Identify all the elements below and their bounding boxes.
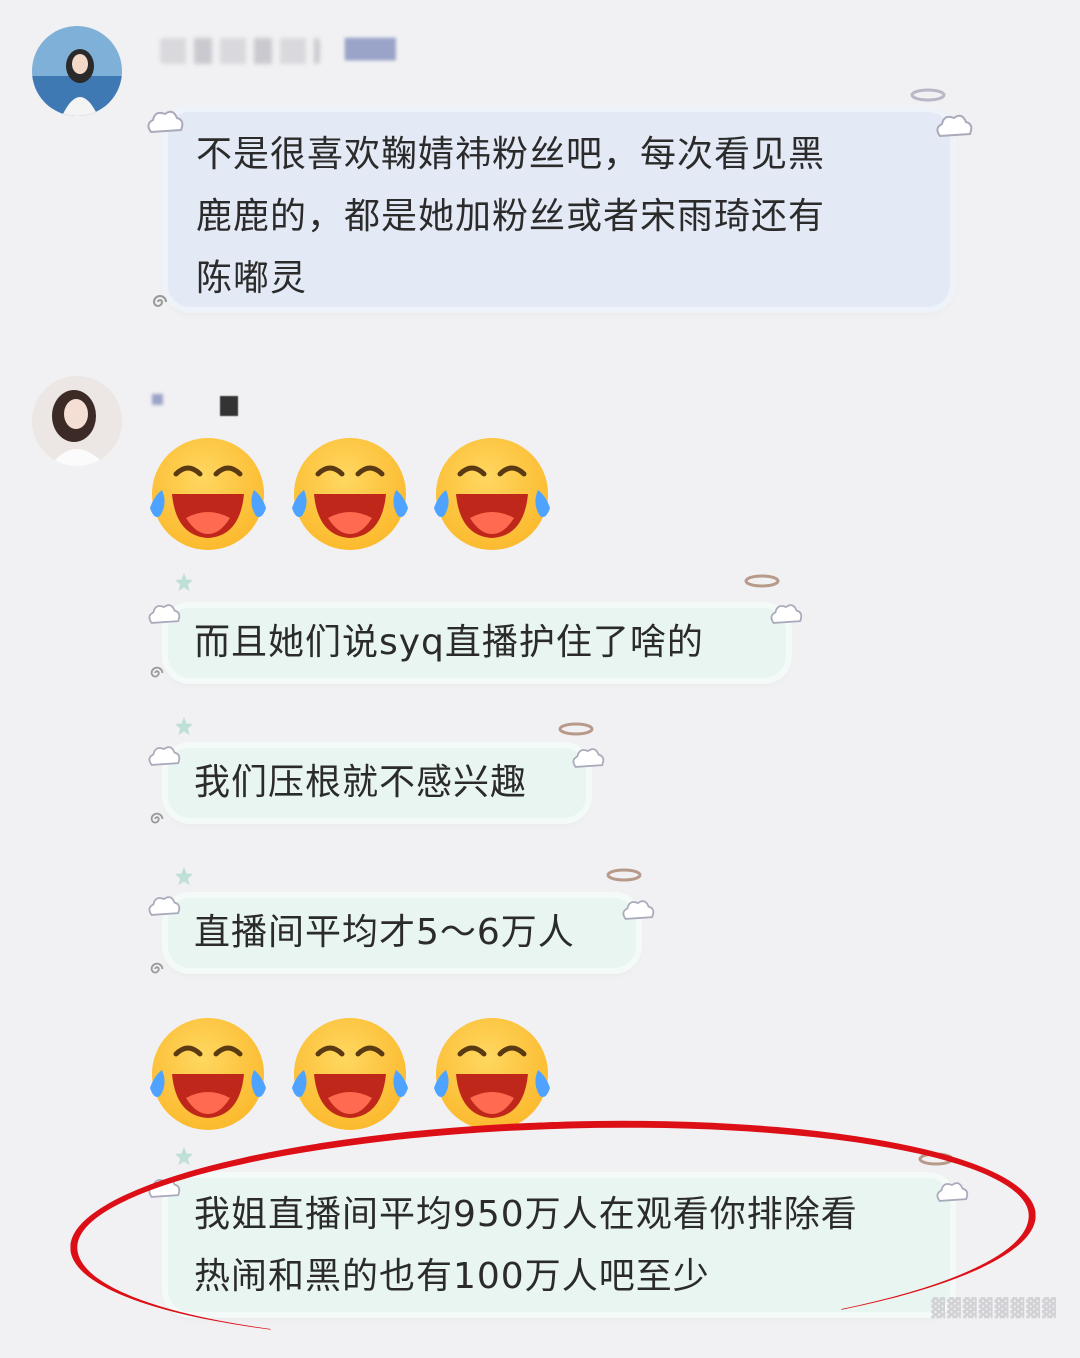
cloud-sticker-icon [147, 110, 184, 134]
message-text: 而且她们说syq直播护住了啥的 [194, 622, 704, 663]
message-text: 直播间平均才5～6万人 [194, 912, 575, 953]
message-bubble-2[interactable]: 而且她们说syq直播护住了啥的 [168, 608, 786, 678]
message-line: 鹿鹿的，都是她加粉丝或者宋雨琦还有 [196, 196, 826, 237]
watermark: ▓▓▓▓▓▓▓▓ [931, 1298, 1058, 1319]
swirl-icon [150, 666, 164, 678]
swirl-icon [150, 962, 164, 974]
laughing-crying-emoji-icon [430, 432, 554, 560]
cloud-sticker-icon [148, 604, 181, 624]
swirl-icon [152, 295, 167, 307]
laughing-crying-emoji-icon [430, 1012, 554, 1140]
star-icon [175, 573, 193, 591]
halo-ring-icon [918, 1152, 954, 1166]
cloud-sticker-icon [936, 1182, 969, 1202]
halo-ring-icon [606, 868, 642, 882]
cloud-sticker-icon [148, 1178, 181, 1198]
cloud-sticker-icon [936, 114, 973, 138]
message-bubble-4[interactable]: 直播间平均才5～6万人 [168, 898, 636, 968]
laughing-crying-emoji-icon [288, 1012, 412, 1140]
avatar-user-1[interactable] [32, 26, 122, 116]
sender-name-blurred: ▪ [150, 386, 165, 411]
avatar-user-2[interactable] [32, 376, 122, 466]
cloud-sticker-icon [770, 604, 803, 624]
cloud-sticker-icon [148, 746, 181, 766]
star-icon [175, 1147, 193, 1165]
cloud-sticker-icon [622, 900, 655, 920]
message-text: 我们压根就不感兴趣 [194, 762, 528, 803]
emoji-message-row[interactable] [146, 432, 554, 560]
message-line: 我姐直播间平均950万人在观看你排除看 [194, 1194, 858, 1235]
halo-ring-icon [558, 722, 594, 736]
message-bubble-1[interactable]: 不是很喜欢鞠婧祎粉丝吧，每次看见黑 鹿鹿的，都是她加粉丝或者宋雨琦还有 陈嘟灵 [168, 112, 950, 307]
message-line: 不是很喜欢鞠婧祎粉丝吧，每次看见黑 [196, 134, 826, 175]
swirl-icon [150, 812, 164, 824]
star-icon [175, 717, 193, 735]
message-line: 陈嘟灵 [196, 258, 308, 299]
sender-name-tail-blurred: ▇▇▇ [345, 36, 396, 61]
star-icon [175, 867, 193, 885]
cloud-sticker-icon [148, 896, 181, 916]
laughing-crying-emoji-icon [146, 1012, 270, 1140]
sender-name-blurred [160, 38, 320, 64]
halo-ring-icon [744, 574, 780, 588]
message-line: 热闹和黑的也有100万人吧至少 [194, 1256, 710, 1297]
message-bubble-3[interactable]: 我们压根就不感兴趣 [168, 748, 586, 818]
halo-ring-icon [910, 88, 946, 102]
sender-name-blurred [220, 396, 238, 416]
cloud-sticker-icon [572, 748, 605, 768]
emoji-message-row[interactable] [146, 1012, 554, 1140]
laughing-crying-emoji-icon [288, 432, 412, 560]
laughing-crying-emoji-icon [146, 432, 270, 560]
message-bubble-5-highlighted[interactable]: 我姐直播间平均950万人在观看你排除看 热闹和黑的也有100万人吧至少 [168, 1178, 950, 1312]
